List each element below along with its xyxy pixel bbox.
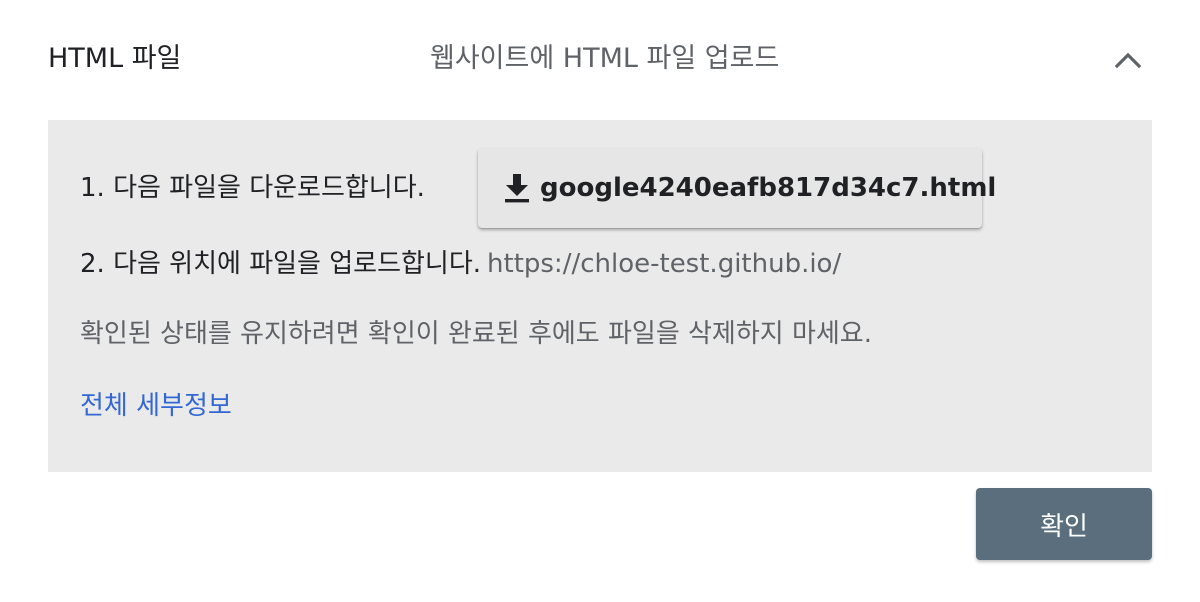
instructions-panel: 1. 다음 파일을 다운로드합니다. google4240eafb817d34c… bbox=[48, 120, 1152, 472]
step-download-text: 1. 다음 파일을 다운로드합니다. bbox=[80, 173, 425, 203]
method-title: HTML 파일 bbox=[48, 43, 182, 74]
collapse-toggle-button[interactable] bbox=[1104, 36, 1152, 84]
download-file-label: google4240eafb817d34c7.html bbox=[540, 173, 997, 203]
chevron-up-icon bbox=[1114, 52, 1142, 69]
keep-file-note: 확인된 상태를 유지하려면 확인이 완료된 후에도 파일을 삭제하지 마세요. bbox=[80, 319, 872, 349]
method-header[interactable]: HTML 파일 웹사이트에 HTML 파일 업로드 bbox=[0, 0, 1200, 120]
upload-url: https://chloe-test.github.io/ bbox=[487, 249, 842, 279]
method-subtitle: 웹사이트에 HTML 파일 업로드 bbox=[430, 43, 780, 74]
step-upload: 2. 다음 위치에 파일을 업로드합니다. https://chloe-test.… bbox=[80, 246, 841, 282]
step-download: 1. 다음 파일을 다운로드합니다. bbox=[80, 170, 425, 206]
download-file-button[interactable]: google4240eafb817d34c7.html bbox=[478, 148, 996, 228]
step-upload-text: 2. 다음 위치에 파일을 업로드합니다. bbox=[80, 249, 482, 279]
confirm-button[interactable]: 확인 bbox=[976, 488, 1152, 560]
full-details-link[interactable]: 전체 세부정보 bbox=[80, 388, 232, 424]
download-icon bbox=[502, 172, 532, 204]
